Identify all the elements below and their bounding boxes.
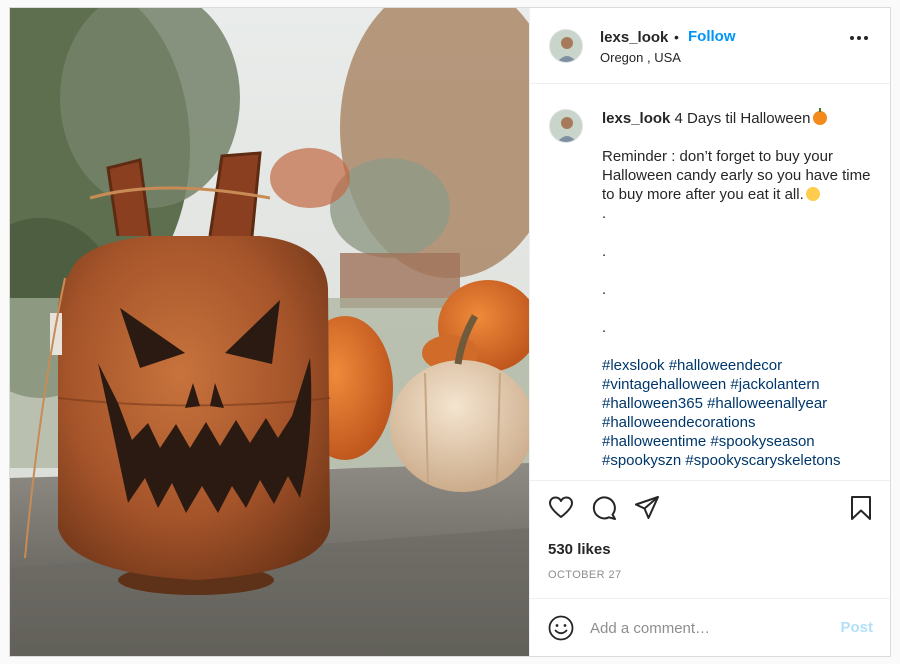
separator-dot: • bbox=[674, 29, 679, 45]
caption-dot: . bbox=[602, 205, 607, 222]
location-link[interactable]: Oregon , USA bbox=[600, 50, 681, 65]
comment-bar: Post bbox=[530, 598, 890, 656]
hashtag-list: #lexslook #halloweendecor #vintagehallow… bbox=[602, 356, 877, 470]
username-link[interactable]: lexs_look bbox=[600, 29, 668, 46]
post-photo[interactable] bbox=[10, 8, 529, 656]
hashtag-line[interactable]: #vintagehalloween #jackolantern bbox=[602, 375, 877, 394]
hashtag-line[interactable]: #halloween365 #halloweenallyear bbox=[602, 394, 877, 413]
caption-dot: . bbox=[602, 319, 607, 336]
pumpkin-icon bbox=[813, 108, 828, 125]
hashtag-line[interactable]: #halloweentime #spookyseason bbox=[602, 432, 877, 451]
comment-icon[interactable] bbox=[591, 495, 617, 521]
likes-count[interactable]: 530 likes bbox=[548, 541, 611, 558]
smiley-icon[interactable] bbox=[548, 615, 574, 641]
caption-area[interactable]: lexs_look 4 Days til Halloween Reminder … bbox=[530, 85, 890, 480]
caption-text: Reminder : don’t forget to buy your Hall… bbox=[602, 148, 871, 203]
post-comment-button[interactable]: Post bbox=[840, 619, 873, 636]
more-options-icon[interactable] bbox=[850, 36, 868, 40]
avatar[interactable] bbox=[549, 29, 583, 63]
caption-username-link[interactable]: lexs_look bbox=[602, 110, 670, 127]
caption-title: 4 Days til Halloween bbox=[674, 110, 811, 127]
instagram-post: lexs_look • Follow Oregon , USA lexs_loo… bbox=[9, 7, 891, 657]
caption-dot: . bbox=[602, 281, 607, 298]
hugging-face-icon bbox=[805, 187, 820, 201]
bookmark-icon[interactable] bbox=[848, 495, 874, 521]
post-side-panel: lexs_look • Follow Oregon , USA lexs_loo… bbox=[529, 8, 890, 656]
comment-input[interactable] bbox=[590, 617, 830, 639]
paper-plane-icon[interactable] bbox=[634, 495, 660, 521]
caption-header: lexs_look 4 Days til Halloween bbox=[602, 108, 828, 127]
action-bar: 530 likes OCTOBER 27 bbox=[530, 480, 890, 598]
follow-button[interactable]: Follow bbox=[688, 28, 736, 45]
post-header: lexs_look • Follow Oregon , USA bbox=[530, 8, 890, 84]
caption-dot: . bbox=[602, 243, 607, 260]
caption-avatar[interactable] bbox=[549, 109, 583, 143]
jack-o-lantern-photo bbox=[10, 8, 529, 656]
post-date[interactable]: OCTOBER 27 bbox=[548, 569, 622, 581]
hashtag-line[interactable]: #halloweendecorations bbox=[602, 413, 877, 432]
caption-body: Reminder : don’t forget to buy your Hall… bbox=[602, 147, 877, 470]
heart-icon[interactable] bbox=[548, 495, 574, 521]
hashtag-line[interactable]: #spookyszn #spookyscaryskeletons bbox=[602, 451, 877, 470]
hashtag-line[interactable]: #lexslook #halloweendecor bbox=[602, 356, 877, 375]
